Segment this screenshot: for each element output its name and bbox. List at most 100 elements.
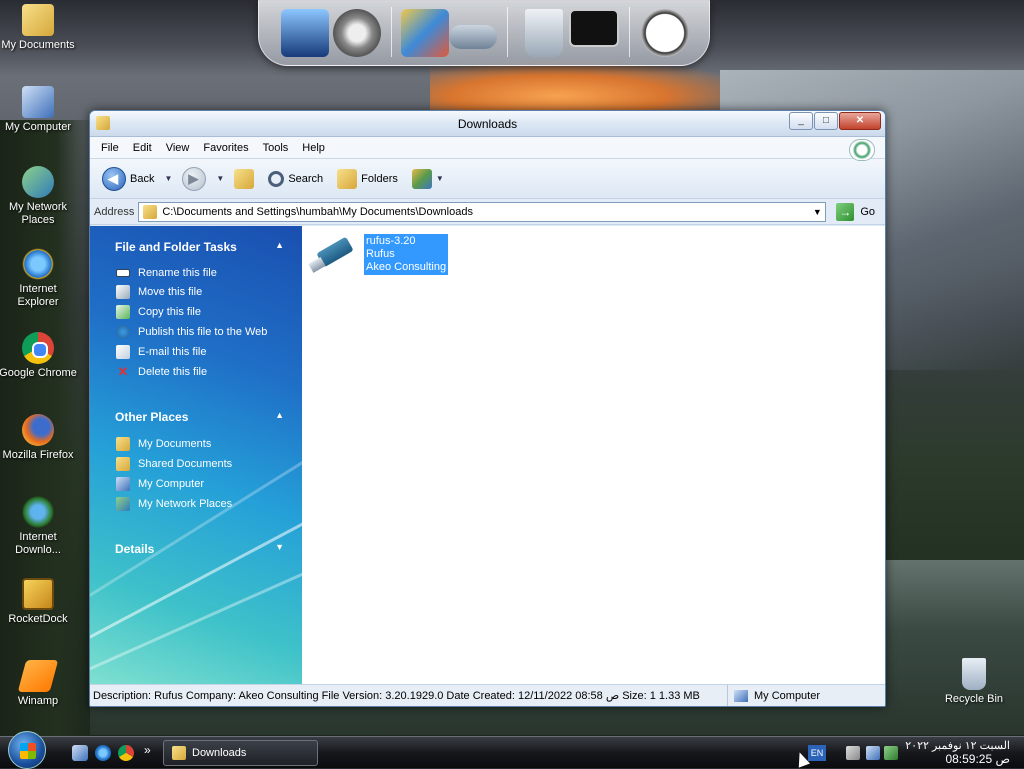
collapse-icon[interactable]: ▲ [275,240,284,250]
minimize-button[interactable]: _ [789,112,813,130]
quicklaunch-more-icon[interactable]: » [144,743,151,757]
search-button[interactable]: Search [264,169,327,189]
display-icon[interactable] [569,9,619,47]
start-button[interactable] [8,731,46,769]
place-shared-documents[interactable]: Shared Documents [90,454,302,474]
desktop-icon-label: Internet Downlo... [15,531,61,556]
task-email-file[interactable]: E-mail this file [90,342,302,362]
maximize-button[interactable]: □ [814,112,838,130]
clock-icon[interactable] [641,9,689,57]
go-arrow-icon: → [836,202,855,221]
forward-dropdown-icon[interactable]: ▼ [216,174,224,183]
address-dropdown-icon[interactable]: ▼ [809,203,825,221]
toolbar: ◀ Back ▼ ▶ ▼ Search Folders ▼ [90,159,885,199]
desktop-icon-rocketdock[interactable]: RocketDock [0,578,79,626]
file-name: rufus-3.20 [366,235,416,247]
place-my-documents[interactable]: My Documents [90,434,302,454]
section-header[interactable]: File and Folder Tasks ▲ [90,226,302,264]
computer-icon [734,689,748,702]
desktop-icon-my-documents[interactable]: My Documents [0,4,79,52]
status-location: My Computer [727,685,885,706]
show-desktop-icon[interactable] [72,745,88,761]
file-company: Akeo Consulting [366,261,447,273]
menu-tools[interactable]: Tools [256,142,296,154]
explorer-window: Downloads _ □ ✕ File Edit View Favorites… [89,110,886,707]
menu-edit[interactable]: Edit [126,142,159,154]
network-icon [116,497,130,511]
place-label: My Computer [138,478,205,490]
collapse-icon[interactable]: ▲ [275,410,284,420]
task-publish-file[interactable]: Publish this file to the Web [90,322,302,342]
desktop-icon-winamp[interactable]: Winamp [0,660,79,708]
desktop-icon-label: Mozilla Firefox [2,449,74,461]
monitor-icon[interactable] [281,9,329,57]
search-label: Search [288,172,324,185]
section-header[interactable]: Details ▼ [90,528,302,566]
menu-view[interactable]: View [159,142,197,154]
desktop-icon-my-computer[interactable]: My Computer [0,86,79,134]
internet-explorer-icon[interactable] [95,745,111,761]
rocketdock-bar [258,0,710,66]
desktop-icon-label: Winamp [17,695,59,707]
folders-label: Folders [361,172,398,185]
control-panel-icon[interactable] [401,9,449,57]
desktop-icon-recycle-bin[interactable]: Recycle Bin [933,658,1015,706]
go-button[interactable]: → Go [830,202,881,221]
winamp-icon [17,660,59,692]
chrome-icon[interactable] [118,745,134,761]
settings-gear-icon[interactable] [333,9,381,57]
language-indicator[interactable]: EN [808,745,826,761]
network-icon [22,166,54,198]
file-item-rufus[interactable]: rufus-3.20 Rufus Akeo Consulting [308,234,449,276]
section-title: Details [115,542,155,556]
email-icon [116,345,130,359]
menu-favorites[interactable]: Favorites [196,142,255,154]
recycle-bin-icon[interactable] [525,9,563,57]
folder-icon [143,204,158,219]
desktop-icon-mozilla-firefox[interactable]: Mozilla Firefox [0,414,79,462]
clock[interactable]: السبت ١٢ نوفمبر ٢٠٢٢ 08:59:25 ص [902,737,1022,769]
task-rename-file[interactable]: Rename this file [90,264,302,282]
network-tray-icon[interactable] [866,746,880,760]
close-button[interactable]: ✕ [839,112,881,130]
status-bar: Description: Rufus Company: Akeo Consult… [90,684,885,706]
expand-icon[interactable]: ▼ [275,542,284,552]
views-button[interactable]: ▼ [408,167,448,191]
task-copy-file[interactable]: Copy this file [90,302,302,322]
file-list[interactable]: rufus-3.20 Rufus Akeo Consulting [302,226,885,684]
desktop-icon-internet-explorer[interactable]: Internet Explorer [0,248,79,309]
back-label: Back [130,172,155,185]
task-label: Publish this file to the Web [138,326,268,338]
desktop-icon-label: Google Chrome [0,367,77,379]
place-my-computer[interactable]: My Computer [90,474,302,494]
desktop-icon-my-network-places[interactable]: My Network Places [0,166,79,227]
task-delete-file[interactable]: ✕ Delete this file [90,362,302,382]
place-my-network-places[interactable]: My Network Places [90,494,302,514]
menu-file[interactable]: File [94,142,126,154]
publish-web-icon [116,325,130,339]
menu-help[interactable]: Help [295,142,332,154]
task-move-file[interactable]: Move this file [90,282,302,302]
volume-icon[interactable] [846,746,860,760]
details-section: Details ▼ [90,528,302,566]
address-input[interactable]: C:\Documents and Settings\humbah\My Docu… [138,201,827,222]
drive-icon[interactable] [449,25,497,49]
file-product: Rufus [366,248,395,260]
title-bar[interactable]: Downloads _ □ ✕ [90,111,885,137]
views-icon [411,168,432,189]
up-folder-button[interactable] [230,167,258,191]
up-folder-icon [234,168,255,189]
safely-remove-hardware-icon[interactable] [884,746,898,760]
desktop-icon-internet-download-manager[interactable]: Internet Downlo... [0,496,79,557]
rename-icon [116,269,130,277]
taskbar: » Downloads EN السبت ١٢ نوفمبر ٢٠٢٢ 08:5… [0,731,1024,769]
desktop-icon-google-chrome[interactable]: Google Chrome [0,332,79,380]
forward-button[interactable]: ▶ [178,165,210,193]
section-header[interactable]: Other Places ▲ [90,396,302,434]
windows-throbber-icon [849,139,875,161]
back-button[interactable]: ◀ Back [98,165,158,193]
folders-button[interactable]: Folders [333,167,402,191]
taskbar-button-downloads[interactable]: Downloads [163,740,318,766]
dock-separator [391,7,392,57]
back-dropdown-icon[interactable]: ▼ [164,174,172,183]
